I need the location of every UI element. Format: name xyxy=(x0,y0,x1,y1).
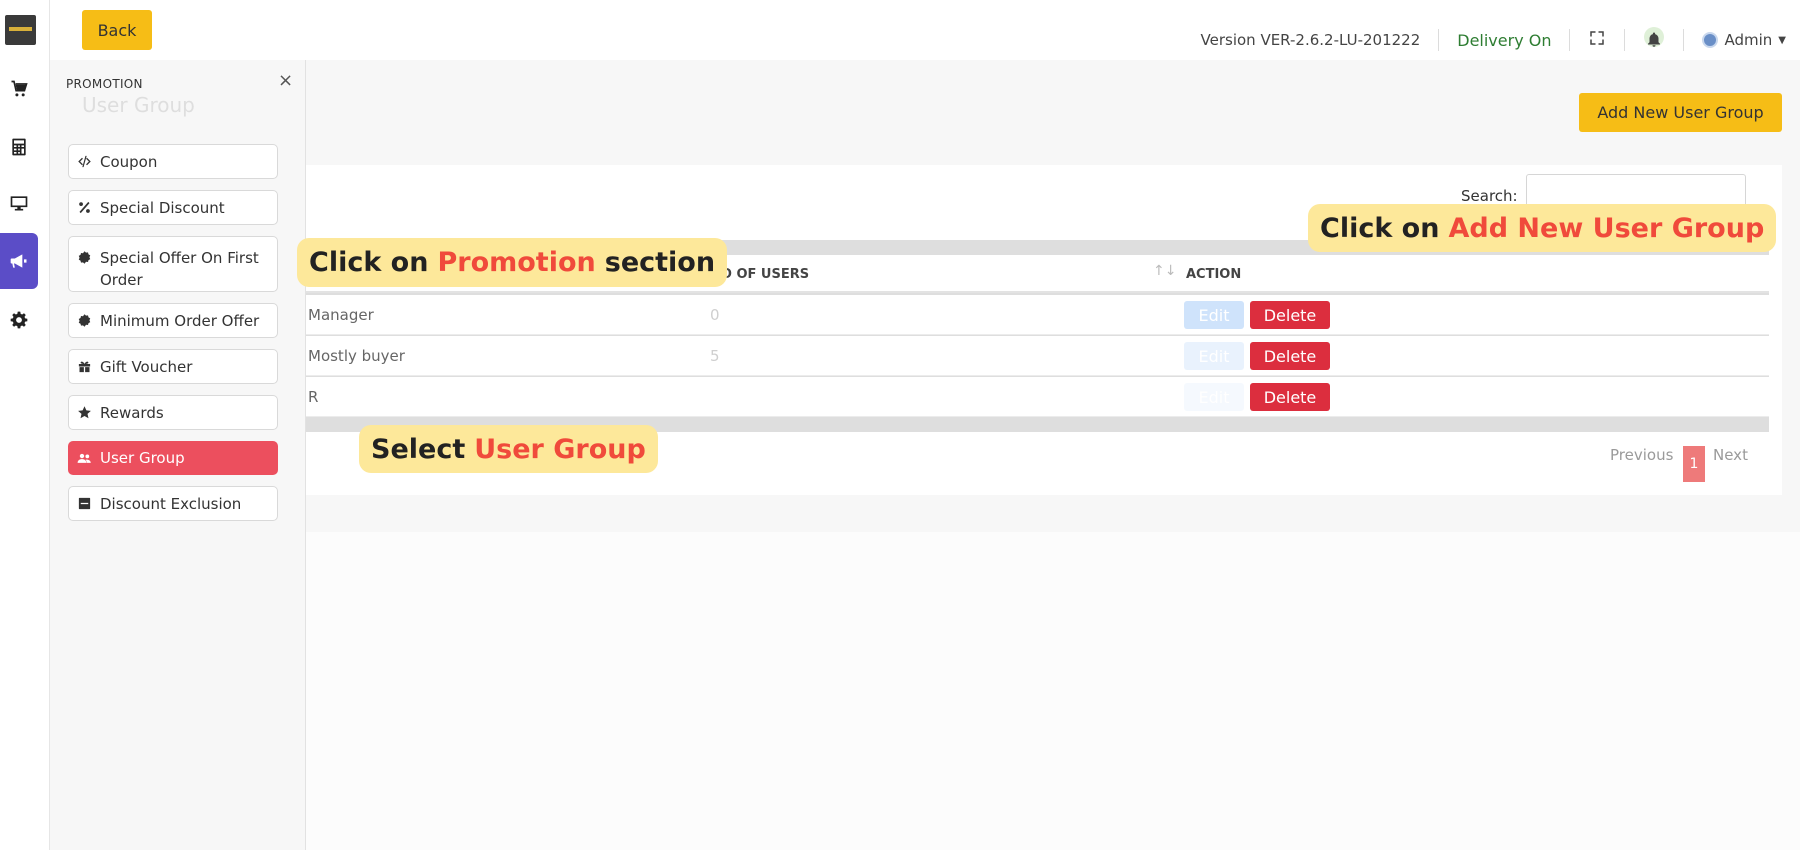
delete-button[interactable]: Delete xyxy=(1250,301,1330,329)
callout-text: Click on xyxy=(309,247,429,278)
menu-item-label: Special Discount xyxy=(100,198,225,217)
edit-button[interactable]: Edit xyxy=(1184,342,1244,370)
menu-item-rewards[interactable]: Rewards xyxy=(68,395,278,430)
menu-item-user-group[interactable]: User Group xyxy=(68,441,278,475)
avatar xyxy=(1702,32,1719,48)
page-title: User Group xyxy=(82,93,195,117)
menu-item-label: User Group xyxy=(100,449,185,467)
callout-text: section xyxy=(604,247,716,278)
main-lower-area xyxy=(50,532,1800,850)
menu-item-label: Gift Voucher xyxy=(100,357,193,376)
calculator-icon[interactable] xyxy=(0,119,38,175)
delivery-status-toggle[interactable]: Delivery On xyxy=(1457,31,1551,50)
callout-highlight: User Group xyxy=(474,433,646,465)
menu-item-label: Rewards xyxy=(100,403,164,422)
app-logo[interactable] xyxy=(5,15,36,45)
bell-icon[interactable] xyxy=(1643,27,1665,51)
menu-item-label: Special Offer On First Order xyxy=(100,249,259,289)
icon-rail xyxy=(0,0,50,850)
badge-icon xyxy=(78,251,91,264)
divider xyxy=(1438,29,1440,51)
back-button[interactable]: Back xyxy=(82,10,152,50)
top-right-tools: Version VER-2.6.2-LU-201222 Delivery On … xyxy=(1201,24,1786,56)
menu-item-minimum-order-offer[interactable]: Minimum Order Offer xyxy=(68,303,278,338)
cart-icon[interactable] xyxy=(0,61,38,117)
callout-highlight: Promotion xyxy=(437,247,596,278)
chevron-down-icon: ▼ xyxy=(1778,34,1786,46)
panel-title: PROMOTION xyxy=(66,77,143,91)
edit-button[interactable]: Edit xyxy=(1184,383,1244,411)
row-users: 0 xyxy=(710,306,720,324)
menu-item-gift-voucher[interactable]: Gift Voucher xyxy=(68,349,278,384)
version-label: Version VER-2.6.2-LU-201222 xyxy=(1200,31,1421,49)
table-row: Manager 0 Edit Delete xyxy=(300,295,1769,335)
pagination-next[interactable]: Next xyxy=(1713,446,1748,464)
edit-button[interactable]: Edit xyxy=(1184,301,1244,329)
menu-item-label: Minimum Order Offer xyxy=(100,311,260,330)
divider xyxy=(1569,29,1571,51)
delete-button[interactable]: Delete xyxy=(1250,383,1330,411)
row-name: Manager xyxy=(308,306,374,324)
search-label: Search: xyxy=(1461,187,1518,205)
promotion-panel: User Group PROMOTION × Coupon Special Di… xyxy=(50,60,306,850)
close-icon[interactable]: × xyxy=(278,70,293,91)
menu-item-label: Coupon xyxy=(100,152,158,171)
fullscreen-icon[interactable] xyxy=(1588,29,1606,51)
row-name: R xyxy=(308,388,319,406)
megaphone-icon[interactable] xyxy=(0,233,38,289)
row-name: Mostly buyer xyxy=(308,347,405,365)
divider xyxy=(1624,29,1626,51)
menu-item-special-offer-first-order[interactable]: Special Offer On First Order xyxy=(68,236,278,292)
pagination-previous[interactable]: Previous xyxy=(1610,446,1673,464)
minus-square-icon xyxy=(78,497,91,510)
users-icon xyxy=(77,453,91,463)
callout-user-group: Select User Group xyxy=(359,425,658,473)
callout-promotion: Click on Promotion section xyxy=(297,238,728,287)
monitor-icon[interactable] xyxy=(0,175,38,231)
code-icon xyxy=(78,155,91,168)
add-new-user-group-button[interactable]: Add New User Group xyxy=(1579,93,1782,132)
callout-text: Select xyxy=(371,433,466,465)
star-icon xyxy=(78,406,91,419)
row-users: 5 xyxy=(710,347,720,365)
badge-icon xyxy=(78,314,91,327)
percent-icon xyxy=(79,201,90,214)
callout-add-group: Click on Add New User Group xyxy=(1308,204,1777,252)
pagination-page[interactable]: 1 xyxy=(1683,446,1705,482)
sort-icon[interactable]: ↑↓ xyxy=(1153,263,1176,279)
menu-item-special-discount[interactable]: Special Discount xyxy=(68,190,278,225)
menu-item-discount-exclusion[interactable]: Discount Exclusion xyxy=(68,486,278,521)
table-row: Mostly buyer 5 Edit Delete xyxy=(300,336,1769,376)
delete-button[interactable]: Delete xyxy=(1250,342,1330,370)
user-menu[interactable]: Admin ▼ xyxy=(1702,31,1786,49)
table-row: R Edit Delete xyxy=(300,377,1769,417)
callout-text: Click on xyxy=(1320,212,1440,244)
gift-icon xyxy=(78,361,91,373)
user-name: Admin xyxy=(1724,31,1773,49)
menu-item-label: Discount Exclusion xyxy=(100,494,242,513)
top-bar: Back Version VER-2.6.2-LU-201222 Deliver… xyxy=(50,0,1800,60)
callout-highlight: Add New User Group xyxy=(1448,212,1765,244)
gear-icon[interactable] xyxy=(0,292,38,348)
divider xyxy=(1683,29,1685,51)
column-header-action: ACTION xyxy=(1186,267,1242,282)
menu-item-coupon[interactable]: Coupon xyxy=(68,144,278,179)
